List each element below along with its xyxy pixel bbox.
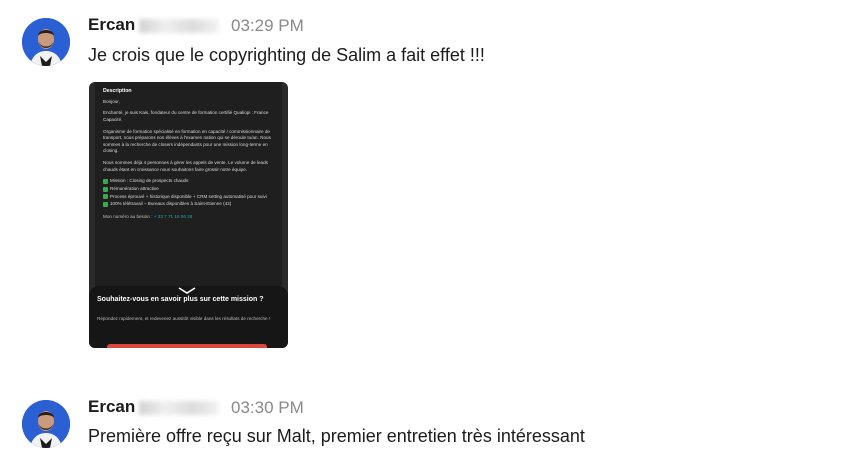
message-text: Première offre reçu sur Malt, premier en… (88, 426, 585, 446)
author-label: Ercan (88, 397, 136, 416)
overlay-question: Souhaitez-vous en savoir plus sur cette … (97, 296, 264, 303)
author-name[interactable]: Ercan (88, 397, 220, 417)
avatar[interactable] (22, 400, 70, 448)
check-item: Mission : Closing de prospects chauds (103, 178, 274, 185)
cta-button-edge (107, 344, 267, 348)
author-label: Ercan (88, 15, 136, 34)
check-icon (103, 201, 108, 207)
redacted-surname (139, 400, 220, 415)
overlay-text: Répondez rapidement, et redevenez aussit… (97, 316, 271, 321)
attachment-title: Description (103, 88, 132, 94)
check-icon (103, 194, 108, 200)
avatar[interactable] (22, 18, 70, 66)
chevron-down-icon (178, 287, 196, 294)
phone-value: + 33 7 71 16 56 38 (153, 214, 193, 220)
phone-line: Mon numéro au besoin : + 33 7 71 16 56 3… (103, 214, 274, 221)
redacted-surname (139, 18, 220, 33)
check-item: 100% télétravail – Bureaux disponibles à… (103, 201, 274, 208)
check-item: Process éprouvé + historique disponible … (103, 194, 274, 201)
attachment-para-2: Organisme de formation spécialisé en for… (103, 128, 271, 154)
phone-label: Mon numéro au besoin : (103, 214, 153, 220)
check-icon (103, 178, 108, 184)
attachment-overlay: Souhaitez-vous en savoir plus sur cette … (89, 286, 288, 348)
timestamp[interactable]: 03:30 PM (231, 398, 304, 418)
attachment-para-3: Nous sommes déjà 4 personnes à gérer les… (103, 160, 268, 172)
attachment-para-1: Enchanté, je suis Kais, fondateur du cen… (103, 110, 269, 122)
author-name[interactable]: Ercan (88, 15, 220, 35)
check-icon (103, 186, 108, 192)
attachment-greeting: Bonjour, (103, 98, 120, 104)
image-attachment[interactable]: Description Bonjour, Enchanté, je suis K… (89, 82, 288, 348)
message-text: Je crois que le copyrighting de Salim a … (88, 45, 485, 65)
check-item: Rémunération attractive (103, 186, 274, 193)
timestamp[interactable]: 03:29 PM (231, 16, 304, 36)
